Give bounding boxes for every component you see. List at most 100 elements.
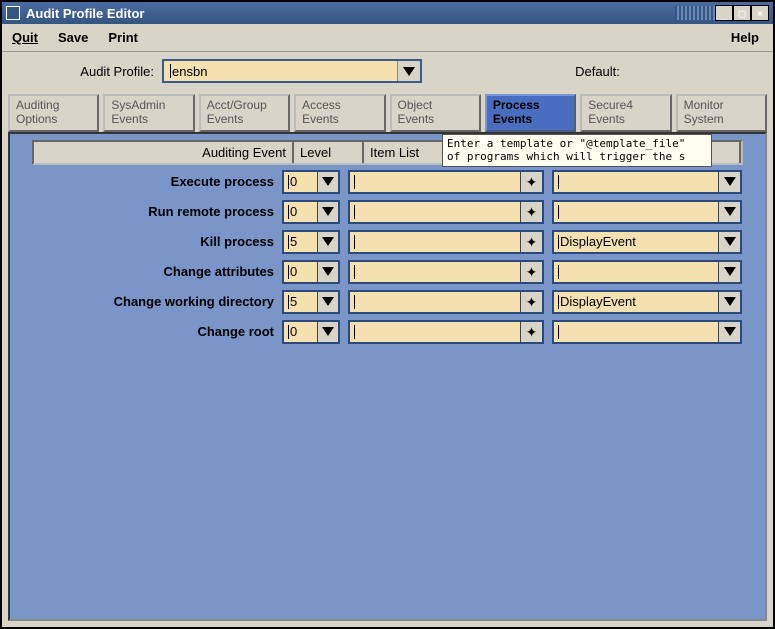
event-label: Change working directory — [20, 294, 282, 309]
item-list-select[interactable]: ✦ — [348, 200, 544, 224]
event-script-select[interactable] — [552, 170, 742, 194]
item-list-select[interactable]: ✦ — [348, 320, 544, 344]
item-list-select[interactable]: ✦ — [348, 290, 544, 314]
audit-profile-dropdown-button[interactable] — [398, 61, 420, 81]
header-level: Level — [294, 142, 364, 163]
close-button[interactable]: × — [751, 5, 769, 21]
menu-print[interactable]: Print — [108, 30, 138, 45]
item-list-dropdown-button[interactable]: ✦ — [520, 202, 542, 222]
chevron-down-icon — [403, 67, 415, 76]
event-script-select[interactable] — [552, 320, 742, 344]
level-input[interactable]: 0 — [284, 262, 317, 282]
item-list-dropdown-button[interactable]: ✦ — [520, 232, 542, 252]
event-script-dropdown-button[interactable] — [718, 262, 740, 282]
event-script-input[interactable] — [554, 322, 718, 342]
level-dropdown-button[interactable] — [317, 262, 338, 282]
event-label: Change root — [20, 324, 282, 339]
event-row: Kill process5 ✦ DisplayEvent — [20, 229, 755, 255]
menu-quit[interactable]: Quit — [12, 30, 38, 45]
level-select[interactable]: 0 — [282, 260, 340, 284]
item-list-select[interactable]: ✦ — [348, 170, 544, 194]
tab-bar: Auditing OptionsSysAdmin EventsAcct/Grou… — [2, 90, 773, 132]
item-list-select[interactable]: ✦ — [348, 230, 544, 254]
star-icon: ✦ — [526, 295, 538, 309]
chevron-down-icon — [322, 267, 334, 276]
event-script-select[interactable] — [552, 260, 742, 284]
level-dropdown-button[interactable] — [317, 322, 338, 342]
event-script-input[interactable] — [554, 202, 718, 222]
item-list-select[interactable]: ✦ — [348, 260, 544, 284]
tab-monitor-system[interactable]: Monitor System — [676, 94, 767, 132]
star-icon: ✦ — [526, 325, 538, 339]
item-list-input[interactable] — [350, 322, 520, 342]
item-list-input[interactable] — [350, 262, 520, 282]
content-area: Auditing Event Level Item List Event Scr… — [8, 132, 767, 621]
event-script-dropdown-button[interactable] — [718, 202, 740, 222]
level-input[interactable]: 5 — [284, 232, 317, 252]
level-dropdown-button[interactable] — [317, 292, 338, 312]
event-script-dropdown-button[interactable] — [718, 322, 740, 342]
chevron-down-icon — [724, 237, 736, 246]
level-dropdown-button[interactable] — [317, 232, 338, 252]
event-label: Kill process — [20, 234, 282, 249]
event-script-input[interactable] — [554, 262, 718, 282]
chevron-down-icon — [724, 267, 736, 276]
event-script-select[interactable]: DisplayEvent — [552, 290, 742, 314]
chevron-down-icon — [322, 327, 334, 336]
level-select[interactable]: 5 — [282, 290, 340, 314]
chevron-down-icon — [322, 177, 334, 186]
tab-access-events[interactable]: Access Events — [294, 94, 385, 132]
item-list-input[interactable] — [350, 172, 520, 192]
audit-profile-input[interactable]: ensbn — [164, 61, 398, 81]
level-select[interactable]: 5 — [282, 230, 340, 254]
event-script-input[interactable] — [554, 172, 718, 192]
window-menu-icon[interactable] — [6, 6, 20, 20]
level-input[interactable]: 0 — [284, 202, 317, 222]
tab-sysadmin-events[interactable]: SysAdmin Events — [103, 94, 194, 132]
item-list-input[interactable] — [350, 292, 520, 312]
event-script-dropdown-button[interactable] — [718, 292, 740, 312]
level-input[interactable]: 0 — [284, 322, 317, 342]
tab-auditing-options[interactable]: Auditing Options — [8, 94, 99, 132]
tab-acct/group-events[interactable]: Acct/Group Events — [199, 94, 290, 132]
rows-container: Execute process0✦Run remote process0✦Kil… — [20, 169, 755, 345]
maximize-button[interactable]: □ — [733, 5, 751, 21]
item-list-dropdown-button[interactable]: ✦ — [520, 292, 542, 312]
tab-secure4-events[interactable]: Secure4 Events — [580, 94, 671, 132]
event-script-input[interactable]: DisplayEvent — [554, 232, 718, 252]
event-label: Run remote process — [20, 204, 282, 219]
star-icon: ✦ — [526, 205, 538, 219]
menu-help[interactable]: Help — [731, 30, 759, 45]
tab-process-events[interactable]: Process Events — [485, 94, 576, 132]
event-label: Execute process — [20, 174, 282, 189]
event-script-dropdown-button[interactable] — [718, 232, 740, 252]
level-dropdown-button[interactable] — [317, 202, 338, 222]
item-list-dropdown-button[interactable]: ✦ — [520, 322, 542, 342]
item-list-input[interactable] — [350, 202, 520, 222]
titlebar-decoration — [675, 6, 715, 20]
level-dropdown-button[interactable] — [317, 172, 338, 192]
menu-save[interactable]: Save — [58, 30, 88, 45]
star-icon: ✦ — [526, 265, 538, 279]
level-input[interactable]: 5 — [284, 292, 317, 312]
level-select[interactable]: 0 — [282, 170, 340, 194]
audit-profile-editor-window: Audit Profile Editor _ □ × Quit Save Pri… — [0, 0, 775, 629]
item-list-dropdown-button[interactable]: ✦ — [520, 262, 542, 282]
item-list-input[interactable] — [350, 232, 520, 252]
chevron-down-icon — [322, 207, 334, 216]
event-script-input[interactable]: DisplayEvent — [554, 292, 718, 312]
event-row: Change working directory5 ✦ DisplayEvent — [20, 289, 755, 315]
tab-object-events[interactable]: Object Events — [390, 94, 481, 132]
default-label: Default: — [422, 64, 773, 79]
minimize-button[interactable]: _ — [715, 5, 733, 21]
audit-profile-select[interactable]: ensbn — [162, 59, 422, 83]
event-script-select[interactable] — [552, 200, 742, 224]
level-select[interactable]: 0 — [282, 320, 340, 344]
level-input[interactable]: 0 — [284, 172, 317, 192]
level-select[interactable]: 0 — [282, 200, 340, 224]
item-list-dropdown-button[interactable]: ✦ — [520, 172, 542, 192]
profile-row: Audit Profile: ensbn Default: — [2, 52, 773, 90]
chevron-down-icon — [322, 297, 334, 306]
event-script-select[interactable]: DisplayEvent — [552, 230, 742, 254]
event-script-dropdown-button[interactable] — [718, 172, 740, 192]
